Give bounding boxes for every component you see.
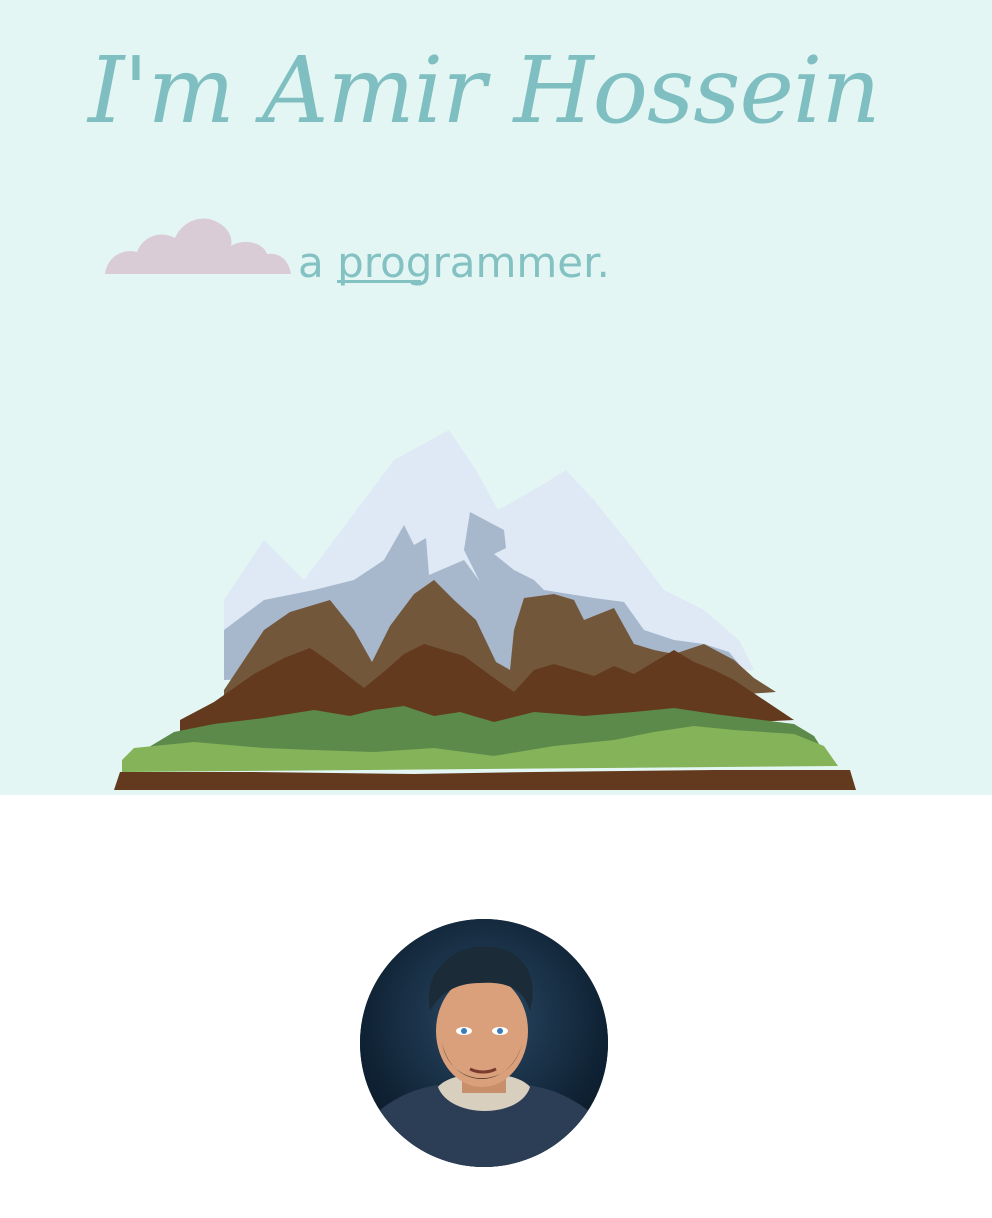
subtitle-prefix: a xyxy=(298,238,338,287)
profile-avatar xyxy=(360,919,608,1167)
typed-underline xyxy=(337,280,422,283)
hero-subtitle: a programmer. xyxy=(298,234,610,292)
hero-title: I'm Amir Hossein xyxy=(88,37,881,144)
avatar-portrait xyxy=(360,919,608,1167)
hero-section: I'm Amir Hossein a programmer. xyxy=(0,0,992,795)
cloud-icon xyxy=(105,218,291,274)
typed-text: programmer. xyxy=(337,238,610,287)
mountain-illustration xyxy=(114,430,856,790)
